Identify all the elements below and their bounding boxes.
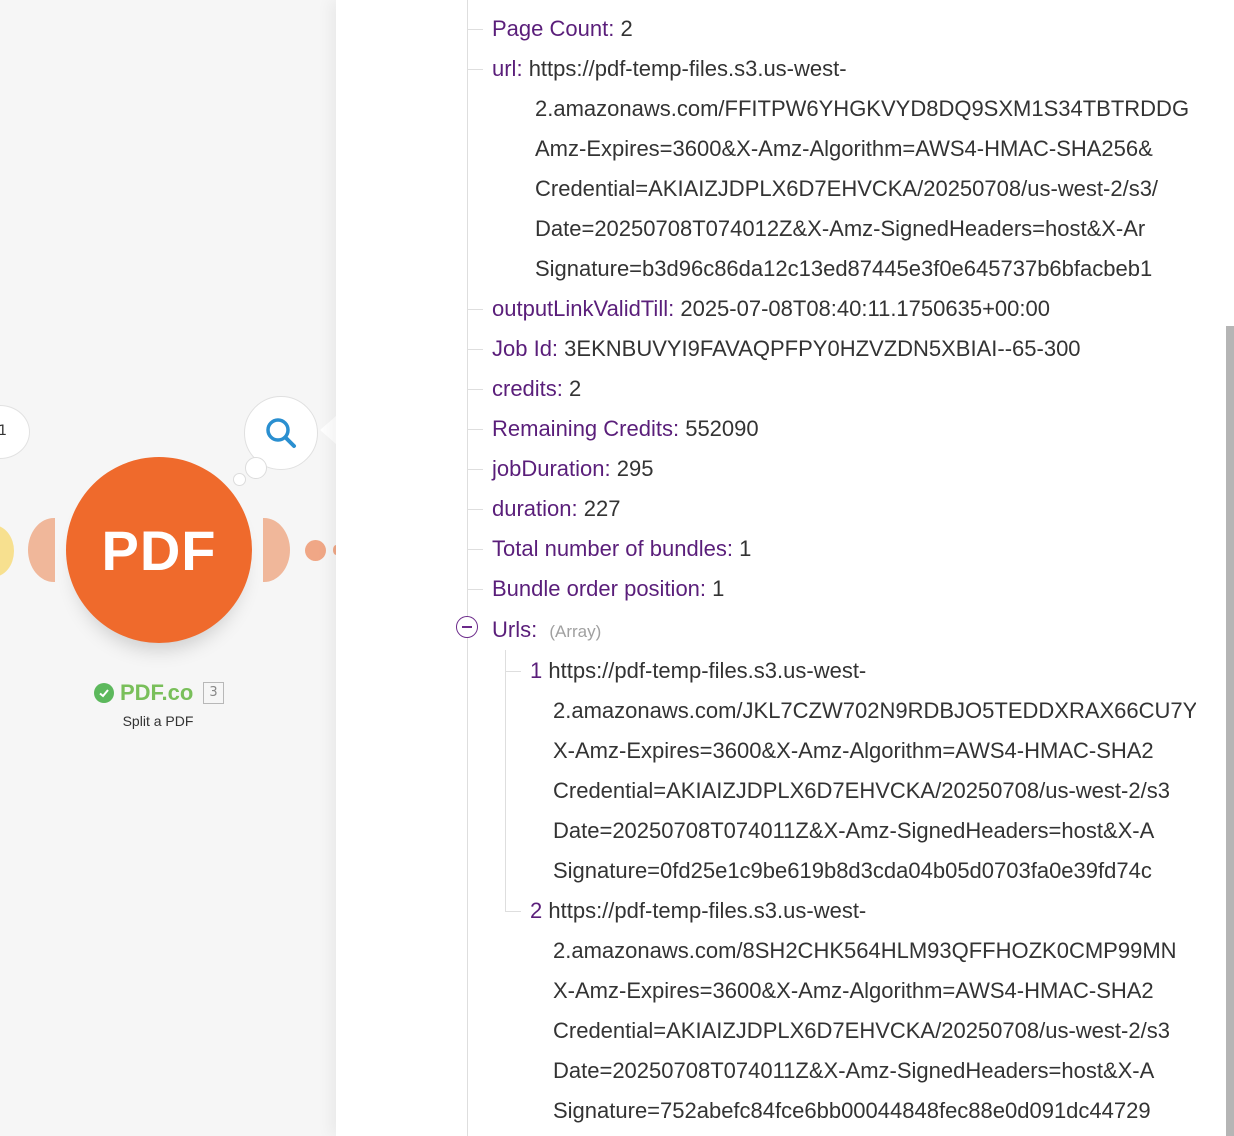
tree-branch (467, 349, 483, 350)
previous-module-node[interactable]: 1 (0, 405, 30, 459)
field-total-bundles: Total number of bundles: 1 (492, 529, 751, 569)
collapse-urls-toggle[interactable] (456, 616, 478, 638)
panel-scrollbar[interactable] (1226, 326, 1234, 1136)
field-value[interactable]: 227 (584, 496, 621, 521)
field-job-duration: jobDuration: 295 (492, 449, 653, 489)
tree-branch (467, 589, 483, 590)
field-url-line[interactable]: 2.amazonaws.com/FFITPW6YHGKVYD8DQ9SXM1S3… (535, 89, 1189, 129)
pdf-module-icon-text: PDF (101, 518, 217, 582)
panel-pointer (320, 416, 336, 444)
field-value[interactable]: 1 (712, 576, 724, 601)
array-index: 1 (530, 658, 543, 683)
tree-branch (467, 29, 483, 30)
field-key: Remaining Credits: (492, 416, 680, 441)
urls-item-line[interactable]: 2.amazonaws.com/8SH2CHK564HLM93QFFHOZK0C… (553, 931, 1177, 971)
urls-item-line[interactable]: Signature=0fd25e1c9be619b8d3cda04b05d070… (553, 851, 1152, 891)
module-subtitle: Split a PDF (122, 713, 194, 729)
field-key: Total number of bundles: (492, 536, 733, 561)
field-remaining-credits: Remaining Credits: 552090 (492, 409, 759, 449)
field-job-id: Job Id: 3EKNBUVYI9FAVAQPFPY0HZVZDN5XBIAI… (492, 329, 1081, 369)
minus-icon (462, 626, 472, 628)
field-key: credits: (492, 376, 563, 401)
module-name: PDF.co (120, 680, 194, 705)
urls-item-line[interactable]: X-Amz-Expires=3600&X-Amz-Algorithm=AWS4-… (553, 731, 1154, 771)
urls-item-1: 1 https://pdf-temp-files.s3.us-west- (530, 651, 866, 691)
field-value[interactable]: 552090 (685, 416, 758, 441)
tree-guide-urls (505, 650, 506, 912)
tree-branch (505, 911, 521, 912)
field-urls: Urls: (Array) (492, 610, 601, 650)
field-value[interactable]: 295 (617, 456, 654, 481)
field-key: duration: (492, 496, 578, 521)
check-icon (94, 683, 114, 703)
field-key: Job Id: (492, 336, 559, 361)
array-value[interactable]: https://pdf-temp-files.s3.us-west- (548, 898, 866, 923)
tree-branch (467, 309, 483, 310)
field-value[interactable]: https://pdf-temp-files.s3.us-west- (529, 56, 847, 81)
field-page-count: Page Count: 2 (492, 9, 633, 49)
field-url-line[interactable]: Date=20250708T074012Z&X-Amz-SignedHeader… (535, 209, 1145, 249)
tree-branch (467, 509, 483, 510)
tree-branch (467, 469, 483, 470)
field-key: jobDuration: (492, 456, 611, 481)
field-credits: credits: 2 (492, 369, 581, 409)
module-label: PDF.co 3 (94, 680, 224, 706)
tree-branch (467, 549, 483, 550)
bubble-tail-large (245, 457, 267, 479)
urls-item-line[interactable]: Date=20250708T074011Z&X-Amz-SignedHeader… (553, 1051, 1154, 1091)
previous-module-connector (0, 525, 14, 577)
field-value[interactable]: 1 (739, 536, 751, 561)
field-key: Page Count: (492, 16, 615, 41)
urls-item-line[interactable]: Credential=AKIAIZJDPLX6D7EHVCKA/20250708… (553, 1011, 1170, 1051)
urls-item-line[interactable]: X-Amz-Expires=3600&X-Amz-Algorithm=AWS4-… (553, 971, 1154, 1011)
field-key: Bundle order position: (492, 576, 707, 601)
scenario-canvas: 1 PDF PDF.co 3 Split a PDF (0, 0, 336, 1136)
array-index: 2 (530, 898, 543, 923)
field-output-link-valid-till: outputLinkValidTill: 2025-07-08T08:40:11… (492, 289, 1050, 329)
tree-branch (467, 389, 483, 390)
field-type-label: (Array) (549, 622, 602, 641)
tree-branch (467, 69, 483, 70)
urls-item-line[interactable]: Date=20250708T074011Z&X-Amz-SignedHeader… (553, 811, 1154, 851)
field-url: url: https://pdf-temp-files.s3.us-west- (492, 49, 847, 89)
field-value[interactable]: 3EKNBUVYI9FAVAQPFPY0HZVZDN5XBIAI--65-300 (564, 336, 1080, 361)
tree-guide-root (467, 0, 468, 1136)
tree-branch (505, 671, 521, 672)
field-key: Urls: (492, 617, 538, 642)
field-value[interactable]: 2 (620, 16, 632, 41)
previous-module-label: 1 (0, 423, 7, 439)
bubble-tail-small (233, 473, 246, 486)
array-value[interactable]: https://pdf-temp-files.s3.us-west- (548, 658, 866, 683)
field-url-line[interactable]: Signature=b3d96c86da12c13ed87445e3f0e645… (535, 249, 1152, 289)
next-route-dot[interactable] (305, 540, 326, 561)
field-duration: duration: 227 (492, 489, 620, 529)
urls-item-2: 2 https://pdf-temp-files.s3.us-west- (530, 891, 866, 931)
field-key: outputLinkValidTill: (492, 296, 675, 321)
field-value[interactable]: 2 (569, 376, 581, 401)
urls-item-line[interactable]: Signature=752abefc84fce6bb00044848fec88e… (553, 1091, 1151, 1131)
field-bundle-position: Bundle order position: 1 (492, 569, 724, 609)
pdf-module-node[interactable]: PDF (66, 457, 252, 643)
tree-branch (467, 429, 483, 430)
urls-item-line[interactable]: 2.amazonaws.com/JKL7CZW702N9RDBJO5TEDDXR… (553, 691, 1197, 731)
field-url-line[interactable]: Amz-Expires=3600&X-Amz-Algorithm=AWS4-HM… (535, 129, 1153, 169)
field-key: url: (492, 56, 523, 81)
search-icon (266, 418, 296, 448)
field-value[interactable]: 2025-07-08T08:40:11.1750635+00:00 (680, 296, 1050, 321)
field-url-line[interactable]: Credential=AKIAIZJDPLX6D7EHVCKA/20250708… (535, 169, 1158, 209)
urls-item-line[interactable]: Credential=AKIAIZJDPLX6D7EHVCKA/20250708… (553, 771, 1170, 811)
module-id-badge: 3 (203, 682, 224, 704)
